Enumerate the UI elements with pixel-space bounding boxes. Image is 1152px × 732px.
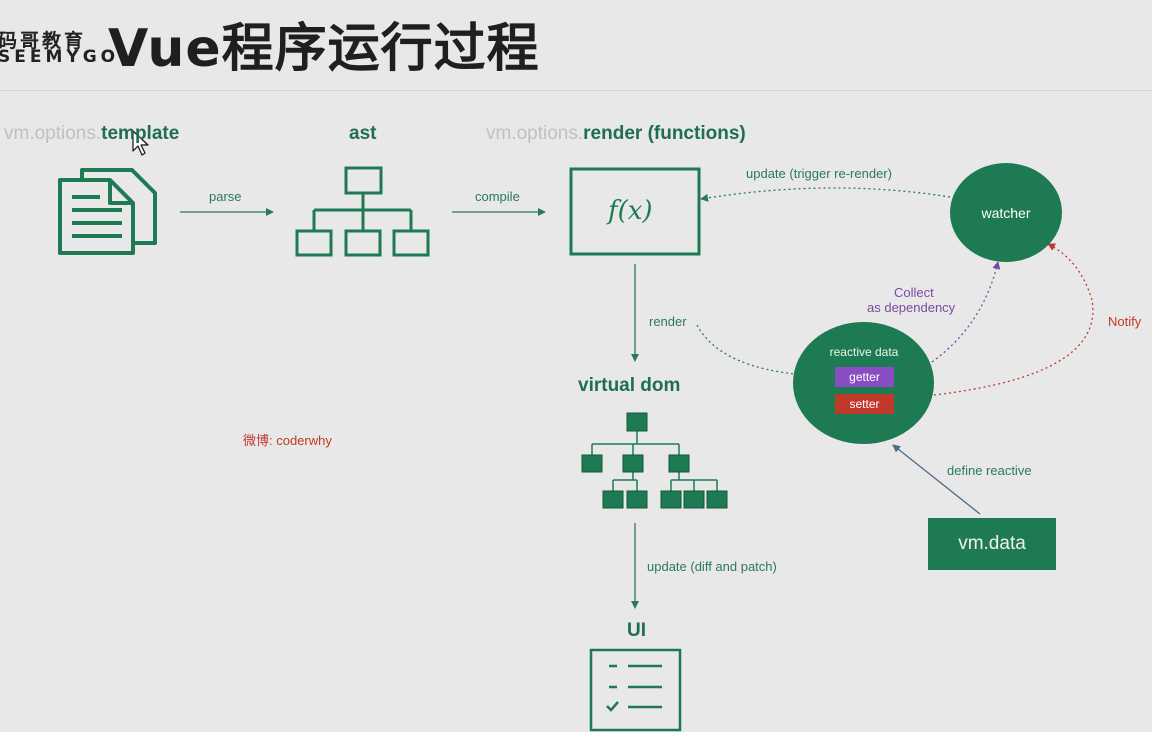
document-icon [58, 168, 157, 255]
render-label-main: render (functions) [583, 123, 746, 144]
function-fx-label: f(x) [608, 196, 653, 226]
diagram-canvas [58, 130, 1094, 732]
render-label-prefix: vm.options. [486, 123, 584, 144]
watcher-label: watcher [981, 204, 1031, 221]
virtual-dom-tree-icon [581, 412, 728, 509]
template-label-main: template [101, 123, 180, 144]
weibo-watermark: 微博: coderwhy [243, 433, 332, 448]
define-reactive-arrow [892, 444, 981, 515]
render-dependency-curve [696, 324, 806, 376]
watcher-node: watcher [950, 163, 1062, 262]
ui-checklist-icon [589, 648, 682, 732]
as-dependency-label: as dependency [867, 300, 956, 315]
getter-badge: getter [835, 367, 894, 387]
template-label-prefix: vm.options. [4, 123, 102, 144]
setter-badge: setter [835, 394, 894, 414]
ui-label: UI [627, 620, 646, 641]
ast-tree-icon [295, 166, 430, 257]
notify-label: Notify [1108, 314, 1142, 329]
virtual-dom-label: virtual dom [578, 375, 681, 396]
parse-label: parse [209, 189, 242, 204]
ast-label: ast [349, 123, 377, 144]
update-diff-label: update (diff and patch) [647, 559, 777, 574]
collect-label: Collect [894, 285, 934, 300]
vm-data-label: vm.data [958, 533, 1026, 554]
setter-label: setter [849, 397, 880, 411]
getter-label: getter [849, 370, 880, 384]
vm-data-node: vm.data [928, 518, 1056, 570]
template-label: vm.options.template [4, 123, 179, 145]
notify-arrow [933, 243, 1094, 396]
render-label: render [649, 314, 687, 329]
update-trigger-arrow [700, 187, 951, 202]
render-functions-label: vm.options.render (functions) [486, 123, 746, 145]
compile-label: compile [475, 189, 520, 204]
define-reactive-label: define reactive [947, 463, 1032, 478]
update-trigger-label: update (trigger re-render) [746, 166, 892, 181]
reactive-data-label: reactive data [829, 345, 899, 359]
